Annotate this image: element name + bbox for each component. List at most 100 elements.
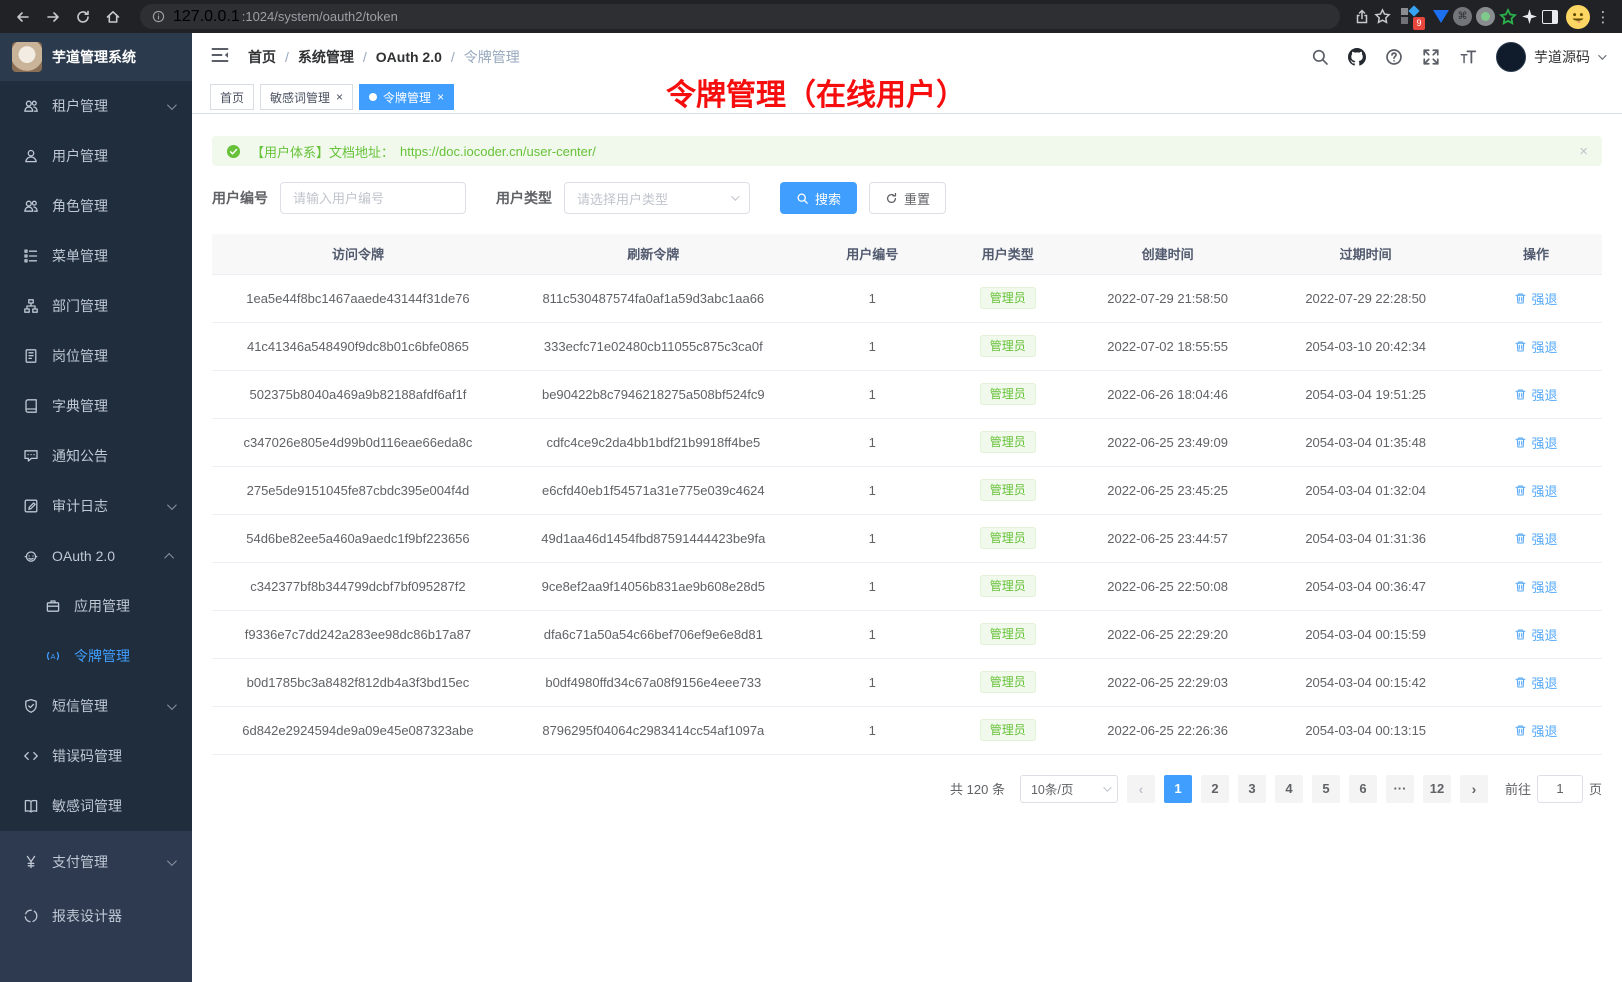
- created-cell: 2022-06-26 18:04:46: [1074, 370, 1262, 418]
- extension-badge: 9: [1413, 17, 1425, 30]
- user-type-select[interactable]: 请选择用户类型: [564, 182, 750, 214]
- force-logout-button[interactable]: 强退: [1514, 721, 1557, 740]
- breadcrumb-item-home[interactable]: 首页: [248, 47, 276, 67]
- sidebar-item-tenant[interactable]: 租户管理: [0, 81, 192, 131]
- record-extension-icon[interactable]: [1476, 4, 1495, 30]
- shield-icon: [22, 697, 40, 715]
- sidebar-item-dept[interactable]: 部门管理: [0, 281, 192, 331]
- access-token-cell: 54d6be82ee5a460a9aedc1f9bf223656: [212, 514, 504, 562]
- page-size-select[interactable]: 10条/页: [1020, 775, 1118, 803]
- user-type-badge: 管理员: [980, 623, 1036, 645]
- page-button-···[interactable]: ···: [1386, 775, 1414, 803]
- user-id-cell: 1: [803, 514, 942, 562]
- close-icon[interactable]: ×: [437, 91, 444, 103]
- search-button[interactable]: 搜索: [780, 182, 857, 214]
- user-menu[interactable]: 芋道源码: [1496, 42, 1604, 72]
- page-button-4[interactable]: 4: [1275, 775, 1303, 803]
- pagination: 共 120 条 10条/页 ‹ 123456···12 › 前往 页: [212, 775, 1602, 833]
- gem-extension-icon[interactable]: [1433, 4, 1449, 30]
- user-type-cell: 管理员: [942, 274, 1074, 322]
- user-type-badge: 管理员: [980, 287, 1036, 309]
- expires-cell: 2022-07-29 22:28:50: [1261, 274, 1470, 322]
- breadcrumb-item-system[interactable]: 系统管理: [298, 47, 354, 67]
- next-page-button[interactable]: ›: [1460, 775, 1488, 803]
- role-icon: [22, 197, 40, 215]
- alert-text: 【用户体系】文档地址：: [251, 142, 394, 161]
- breadcrumb-item-oauth2[interactable]: OAuth 2.0: [376, 49, 442, 65]
- side-panel-icon[interactable]: [1542, 4, 1558, 30]
- force-logout-button[interactable]: 强退: [1514, 289, 1557, 308]
- page-button-3[interactable]: 3: [1238, 775, 1266, 803]
- force-logout-button[interactable]: 强退: [1514, 385, 1557, 404]
- sidebar-item-oauth2[interactable]: OAuth 2.0: [0, 531, 192, 581]
- user-id-cell: 1: [803, 466, 942, 514]
- logo-image: [12, 42, 42, 72]
- back-button[interactable]: [10, 4, 36, 30]
- spark-extension-icon[interactable]: [1521, 4, 1538, 30]
- breadcrumb-separator: /: [363, 49, 367, 65]
- sidebar-item-audit-log[interactable]: 审计日志: [0, 481, 192, 531]
- reload-button[interactable]: [70, 4, 96, 30]
- badge-icon: [22, 347, 40, 365]
- page-button-5[interactable]: 5: [1312, 775, 1340, 803]
- force-logout-button[interactable]: 强退: [1514, 337, 1557, 356]
- close-icon[interactable]: ×: [336, 91, 343, 103]
- forward-button[interactable]: [40, 4, 66, 30]
- refresh-token-cell: cdfc4ce9c2da4bb1bdf21b9918ff4be5: [504, 418, 803, 466]
- sidebar-item-dict[interactable]: 字典管理: [0, 381, 192, 431]
- access-token-cell: c342377bf8b344799dcbf7bf095287f2: [212, 562, 504, 610]
- tab-0[interactable]: 首页: [210, 84, 254, 110]
- tab-2[interactable]: 令牌管理 ×: [359, 84, 454, 110]
- page-button-1[interactable]: 1: [1164, 775, 1192, 803]
- user-type-badge: 管理员: [980, 575, 1036, 597]
- column-user-id: 用户编号: [803, 234, 942, 274]
- sidebar-item-sms[interactable]: 短信管理: [0, 681, 192, 731]
- address-bar[interactable]: 127.0.0.1:1024/system/oauth2/token: [140, 4, 1340, 29]
- goto-page-input[interactable]: [1537, 775, 1583, 803]
- bookmark-star-icon[interactable]: [1374, 4, 1391, 30]
- sidebar-item-error-code[interactable]: 错误码管理: [0, 731, 192, 781]
- prev-page-button[interactable]: ‹: [1127, 775, 1155, 803]
- trash-icon: [1514, 724, 1527, 737]
- page-button-2[interactable]: 2: [1201, 775, 1229, 803]
- home-button[interactable]: [100, 4, 126, 30]
- green-star-extension-icon[interactable]: [1499, 4, 1517, 30]
- page-button-6[interactable]: 6: [1349, 775, 1377, 803]
- created-cell: 2022-06-25 22:29:03: [1074, 658, 1262, 706]
- github-icon[interactable]: [1348, 48, 1366, 66]
- profile-avatar[interactable]: [1566, 4, 1590, 30]
- page-button-12[interactable]: 12: [1423, 775, 1451, 803]
- force-logout-button[interactable]: 强退: [1514, 481, 1557, 500]
- search-icon[interactable]: [1311, 48, 1329, 66]
- force-logout-button[interactable]: 强退: [1514, 577, 1557, 596]
- sidebar-item-pay[interactable]: 支付管理: [0, 835, 192, 889]
- sidebar-collapse-icon[interactable]: [210, 45, 230, 70]
- force-logout-button[interactable]: 强退: [1514, 625, 1557, 644]
- reset-button[interactable]: 重置: [869, 182, 946, 214]
- sidebar-item-menu[interactable]: 菜单管理: [0, 231, 192, 281]
- help-icon[interactable]: [1385, 48, 1403, 66]
- sidebar-item-post[interactable]: 岗位管理: [0, 331, 192, 381]
- command-extension-icon[interactable]: ⌘: [1453, 4, 1472, 30]
- fullscreen-icon[interactable]: [1422, 48, 1440, 66]
- extension-collection-icon[interactable]: 9: [1401, 4, 1421, 30]
- sidebar-item-oauth2-app[interactable]: 应用管理: [0, 581, 192, 631]
- force-logout-button[interactable]: 强退: [1514, 529, 1557, 548]
- browser-menu-icon[interactable]: ⋮: [1594, 4, 1612, 30]
- alert-close-icon[interactable]: ×: [1579, 143, 1588, 160]
- app-logo[interactable]: 芋道管理系统: [0, 33, 192, 81]
- sidebar-item-notice[interactable]: 通知公告: [0, 431, 192, 481]
- force-logout-button[interactable]: 强退: [1514, 673, 1557, 692]
- force-logout-button[interactable]: 强退: [1514, 433, 1557, 452]
- sidebar-item-report-designer[interactable]: 报表设计器: [0, 889, 192, 943]
- tab-1[interactable]: 敏感词管理 ×: [260, 84, 353, 110]
- share-icon[interactable]: [1354, 4, 1370, 30]
- doc-link[interactable]: https://doc.iocoder.cn/user-center/: [400, 144, 596, 159]
- sidebar-item-oauth2-token[interactable]: A 令牌管理: [0, 631, 192, 681]
- sidebar-item-role[interactable]: 角色管理: [0, 181, 192, 231]
- user-id-input[interactable]: [280, 182, 466, 214]
- font-size-icon[interactable]: [1459, 48, 1477, 66]
- sidebar-item-sensitive-word[interactable]: 敏感词管理: [0, 781, 192, 831]
- user-type-cell: 管理员: [942, 418, 1074, 466]
- sidebar-item-user[interactable]: 用户管理: [0, 131, 192, 181]
